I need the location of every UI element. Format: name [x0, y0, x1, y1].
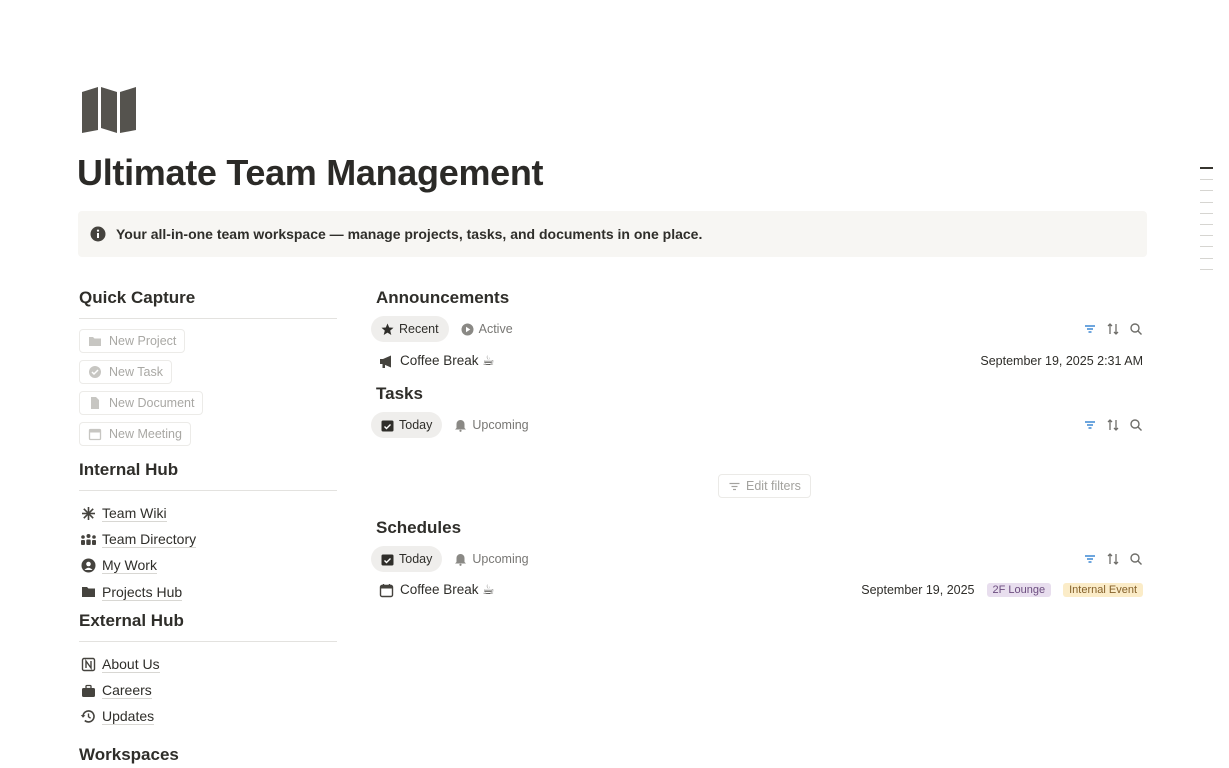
team-wiki-label: Team Wiki — [102, 504, 167, 522]
tab-recent[interactable]: Recent — [371, 316, 449, 342]
updates-link[interactable]: Updates — [79, 704, 337, 730]
filter-icon[interactable] — [1083, 552, 1097, 566]
search-icon[interactable] — [1129, 552, 1143, 566]
new-document-button[interactable]: New Document — [79, 391, 204, 415]
briefcase-icon — [79, 682, 97, 700]
notion-logo-icon — [79, 655, 97, 673]
map-icon[interactable] — [80, 86, 140, 134]
tab-upcoming-label: Upcoming — [472, 418, 529, 432]
folder-icon — [79, 583, 97, 601]
page-title: Ultimate Team Management — [77, 152, 544, 193]
search-icon[interactable] — [1129, 418, 1143, 432]
table-of-contents[interactable] — [1200, 167, 1213, 280]
edit-filters-label: Edit filters — [746, 479, 801, 493]
quick-capture-heading: Quick Capture — [79, 288, 196, 307]
tasks-title: Tasks — [376, 384, 423, 403]
tab-today-label: Today — [399, 552, 433, 566]
location-tag: 2F Lounge — [986, 583, 1052, 597]
external-hub-heading: External Hub — [79, 611, 184, 631]
bell-icon — [454, 419, 467, 432]
info-icon — [90, 226, 106, 242]
tab-today[interactable]: Today — [371, 546, 443, 572]
announcement-date: September 19, 2025 2:31 AM — [980, 354, 1143, 368]
tab-today[interactable]: Today — [371, 412, 443, 438]
tab-upcoming[interactable]: Upcoming — [444, 412, 538, 438]
tab-upcoming[interactable]: Upcoming — [444, 546, 538, 572]
tasks-tools — [1083, 418, 1143, 432]
history-icon — [79, 708, 97, 726]
edit-filters-button[interactable]: Edit filters — [718, 474, 811, 498]
user-circle-icon — [79, 557, 97, 575]
filter-icon — [728, 480, 741, 493]
my-work-label: My Work — [102, 557, 157, 575]
calendar-check-icon — [381, 553, 394, 566]
schedules-tools — [1083, 552, 1143, 566]
tab-active-label: Active — [478, 322, 513, 336]
team-wiki-link[interactable]: Team Wiki — [79, 500, 337, 526]
megaphone-icon — [379, 354, 394, 369]
callout-text: Your all-in-one team workspace — manage … — [116, 226, 703, 242]
announcements-tabbar: Recent Active — [371, 316, 1147, 342]
schedule-row[interactable]: Coffee Break ☕ September 19, 2025 2F Lou… — [371, 573, 1147, 607]
new-task-label: New Task — [109, 365, 163, 379]
about-us-label: About Us — [102, 655, 160, 673]
people-icon — [79, 530, 97, 548]
folder-icon — [88, 334, 102, 348]
tab-today-label: Today — [399, 418, 433, 432]
workspaces-heading: Workspaces — [79, 745, 179, 765]
announcements-title: Announcements — [376, 288, 510, 307]
internal-hub-heading: Internal Hub — [79, 460, 179, 479]
sort-icon[interactable] — [1106, 552, 1120, 566]
announcement-name: Coffee Break ☕ — [400, 353, 495, 368]
filter-icon[interactable] — [1083, 322, 1097, 336]
bell-icon — [454, 553, 467, 566]
calendar-icon — [379, 583, 394, 598]
check-circle-icon — [88, 365, 102, 379]
schedule-name: Coffee Break ☕ — [400, 582, 495, 597]
internal-hub-links: Team Wiki Team Directory My Work Project… — [79, 491, 337, 605]
sort-icon[interactable] — [1106, 322, 1120, 336]
new-project-button[interactable]: New Project — [79, 329, 186, 353]
team-directory-label: Team Directory — [102, 530, 197, 548]
right-column: Announcements Recent Active Coffee Break… — [371, 286, 1147, 607]
intro-callout: Your all-in-one team workspace — manage … — [78, 211, 1147, 257]
schedules-title: Schedules — [376, 518, 462, 537]
document-icon — [88, 396, 102, 410]
team-directory-link[interactable]: Team Directory — [79, 526, 337, 552]
tasks-tabbar: Today Upcoming — [371, 412, 1147, 438]
projects-hub-label: Projects Hub — [102, 583, 183, 601]
left-column: Quick Capture New Project New Task New D… — [79, 286, 337, 767]
calendar-icon — [88, 427, 102, 441]
quick-capture-buttons: New Project New Task New Document New Me… — [79, 319, 337, 453]
asterisk-icon — [79, 504, 97, 522]
new-project-label: New Project — [109, 334, 177, 348]
tab-active[interactable]: Active — [451, 316, 523, 342]
sort-icon[interactable] — [1106, 418, 1120, 432]
play-circle-icon — [461, 323, 474, 336]
announcements-tools — [1083, 322, 1143, 336]
careers-label: Careers — [102, 682, 152, 700]
my-work-link[interactable]: My Work — [79, 553, 337, 579]
external-hub-links: About Us Careers Updates — [79, 642, 337, 730]
new-task-button[interactable]: New Task — [79, 360, 172, 384]
projects-hub-link[interactable]: Projects Hub — [79, 579, 337, 605]
new-document-label: New Document — [109, 396, 195, 410]
updates-label: Updates — [102, 708, 155, 726]
about-us-link[interactable]: About Us — [79, 651, 337, 677]
schedules-tabbar: Today Upcoming — [371, 546, 1147, 572]
careers-link[interactable]: Careers — [79, 677, 337, 703]
search-icon[interactable] — [1129, 322, 1143, 336]
filter-icon[interactable] — [1083, 418, 1097, 432]
schedule-date: September 19, 2025 — [861, 583, 975, 597]
tab-upcoming-label: Upcoming — [472, 552, 529, 566]
announcement-row[interactable]: Coffee Break ☕ September 19, 2025 2:31 A… — [371, 344, 1147, 378]
calendar-check-icon — [381, 419, 394, 432]
star-icon — [381, 323, 394, 336]
category-tag: Internal Event — [1063, 583, 1143, 597]
new-meeting-label: New Meeting — [109, 427, 182, 441]
tab-recent-label: Recent — [399, 322, 439, 336]
new-meeting-button[interactable]: New Meeting — [79, 422, 191, 446]
